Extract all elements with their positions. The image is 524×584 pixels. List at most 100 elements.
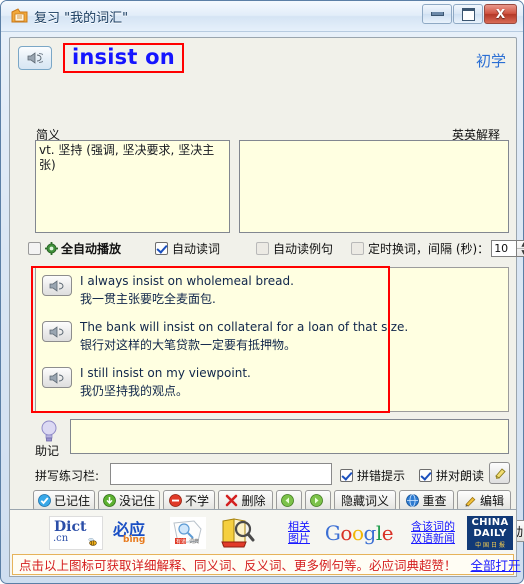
- skip-label: 不学: [184, 494, 209, 508]
- link-youdao-dict[interactable]: 有道 词典: [166, 513, 210, 553]
- speak-word-button[interactable]: [18, 46, 52, 70]
- speaker-icon: [49, 371, 64, 384]
- speaker-icon: [27, 52, 43, 64]
- example-en: I always insist on wholemeal bread.: [80, 274, 294, 288]
- dictionary-icons: Dict .cn 必应 bing 有道 词典 相关 图片 Google 含该词的…: [10, 513, 516, 553]
- recheck-button[interactable]: 重查: [399, 490, 454, 511]
- maximize-icon: [461, 7, 475, 21]
- auto-read-sentence-option[interactable]: 自动读例句: [256, 240, 333, 257]
- main-panel: insist on 初学 简义 英英解释 vt. 坚持 (强调, 坚决要求, 坚…: [9, 37, 524, 575]
- example-row[interactable]: I always insist on wholemeal bread. 我一贯主…: [42, 274, 502, 312]
- hint-wrong-checkbox[interactable]: [340, 469, 353, 482]
- read-right-option[interactable]: 拼对朗读: [419, 467, 484, 484]
- youdao-glyph-icon: 有道 词典: [173, 520, 202, 545]
- example-en: I still insist on my viewpoint.: [80, 366, 251, 380]
- check-circle-icon: [38, 494, 51, 507]
- example-en: The bank will insist on collateral for a…: [80, 320, 409, 334]
- not-remembered-button[interactable]: 没记住: [98, 490, 160, 511]
- example-cn: 银行对这样的大笔贷款一定要有抵押物。: [80, 338, 297, 352]
- hide-definition-label: 隐藏词义: [340, 494, 389, 508]
- china-daily-line3: 中 国 日 报: [475, 542, 505, 549]
- delete-label: 删除: [241, 494, 266, 508]
- maximize-button[interactable]: [453, 4, 483, 24]
- link-china-daily[interactable]: CHINA DAILY 中 国 日 报: [466, 513, 514, 553]
- link-bilingual-news[interactable]: 含该词的 双语新闻: [405, 513, 461, 553]
- auto-read-word-label: 自动读词: [172, 242, 221, 256]
- clear-spelling-button[interactable]: [489, 462, 510, 484]
- remembered-label: 已记住: [54, 494, 91, 508]
- svg-text:词典: 词典: [189, 538, 199, 545]
- delete-button[interactable]: 删除: [218, 490, 273, 511]
- recheck-label: 重查: [422, 494, 447, 508]
- interval-input[interactable]: 10: [491, 240, 518, 257]
- minimize-icon: [430, 12, 444, 16]
- stepper-down-icon[interactable]: ▼: [517, 249, 524, 256]
- hint-wrong-label: 拼错提示: [357, 469, 406, 483]
- link-google[interactable]: Google: [320, 513, 398, 553]
- x-mark-icon: [226, 494, 238, 507]
- speak-example-button[interactable]: [42, 367, 72, 388]
- youdao-dict-icon: 有道 词典: [170, 517, 206, 549]
- prev-button[interactable]: [276, 490, 302, 511]
- china-daily-icon: CHINA DAILY 中 国 日 报: [467, 516, 513, 550]
- interval-stepper[interactable]: ▲ ▼: [517, 240, 524, 257]
- down-circle-icon: [103, 494, 116, 507]
- cn-definition-box[interactable]: vt. 坚持 (强调, 坚决要求, 坚决主张): [35, 140, 230, 233]
- bing-dict-icon: 必应 bing: [113, 516, 155, 550]
- link-related-images[interactable]: 相关 图片: [282, 513, 316, 553]
- speak-example-button[interactable]: [42, 275, 72, 296]
- pencil-icon: [465, 496, 476, 507]
- example-row[interactable]: I still insist on my viewpoint. 我仍坚持我的观点…: [42, 366, 502, 404]
- lightbulb-icon: [41, 420, 57, 442]
- help-text: 点击以上图标可获取详细解释、同义词、反义词、更多例句等。必应词典超赞！: [19, 558, 457, 573]
- svg-text:有道: 有道: [176, 538, 186, 545]
- link-book-search[interactable]: [216, 513, 260, 553]
- close-icon: X: [495, 7, 506, 21]
- china-daily-line2: DAILY: [473, 528, 507, 539]
- edit-button[interactable]: 编辑: [457, 490, 511, 511]
- timer-option[interactable]: 定时换词，间隔 (秒)： 10 ▲ ▼: [351, 240, 524, 257]
- link-bing-dict[interactable]: 必应 bing: [110, 513, 158, 553]
- remembered-button[interactable]: 已记住: [33, 490, 95, 511]
- window-title: 复习 "我的词汇": [34, 11, 129, 26]
- spelling-input[interactable]: [110, 463, 332, 485]
- eraser-icon: [494, 468, 506, 479]
- headword-highlight-box: insist on: [63, 43, 184, 74]
- timer-label: 定时换词，间隔 (秒)：: [368, 242, 490, 256]
- next-button[interactable]: [305, 490, 331, 511]
- playback-options-bar: 全自动播放 自动读词 自动读例句 定时换词，间隔 (秒)： 10 ▲ ▼: [28, 240, 524, 262]
- stepper-up-icon[interactable]: ▲: [517, 241, 524, 249]
- hint-wrong-option[interactable]: 拼错提示: [340, 467, 405, 484]
- auto-read-word-option[interactable]: 自动读词: [155, 240, 220, 257]
- bing-line2: bing: [123, 535, 146, 545]
- globe-icon: [406, 494, 420, 507]
- auto-read-word-checkbox[interactable]: [155, 242, 168, 255]
- level-badge: 初学: [475, 52, 506, 70]
- minus-circle-icon: [169, 494, 182, 507]
- read-right-checkbox[interactable]: [419, 469, 432, 482]
- timer-checkbox[interactable]: [351, 242, 364, 255]
- hide-definition-button[interactable]: 隐藏词义: [334, 490, 396, 511]
- prev-arrow-icon: [281, 494, 294, 507]
- not-remembered-label: 没记住: [119, 494, 156, 508]
- speaker-icon: [49, 279, 64, 292]
- minimize-button[interactable]: [422, 4, 452, 24]
- example-row[interactable]: The bank will insist on collateral for a…: [42, 320, 502, 358]
- link-dict-cn[interactable]: Dict .cn: [48, 513, 104, 553]
- google-icon: Google: [324, 521, 394, 545]
- spelling-label: 拼写练习栏:: [35, 469, 100, 483]
- auto-play-checkbox[interactable]: [28, 242, 41, 255]
- auto-play-option[interactable]: 全自动播放: [28, 240, 121, 257]
- skip-button[interactable]: 不学: [163, 490, 215, 511]
- open-all-link[interactable]: 全部打开: [471, 555, 521, 574]
- word-header: insist on 初学: [18, 43, 508, 78]
- mnemonic-input[interactable]: [70, 419, 509, 454]
- gear-icon: [45, 242, 58, 255]
- en-definition-box[interactable]: [239, 140, 509, 233]
- auto-read-sentence-checkbox[interactable]: [256, 242, 269, 255]
- example-cn: 我一贯主张要吃全麦面包.: [80, 292, 216, 306]
- examples-panel: I always insist on wholemeal bread. 我一贯主…: [35, 267, 509, 412]
- speak-example-button[interactable]: [42, 321, 72, 342]
- close-button[interactable]: X: [484, 4, 517, 24]
- title-bar: 复习 "我的词汇" X: [1, 1, 523, 32]
